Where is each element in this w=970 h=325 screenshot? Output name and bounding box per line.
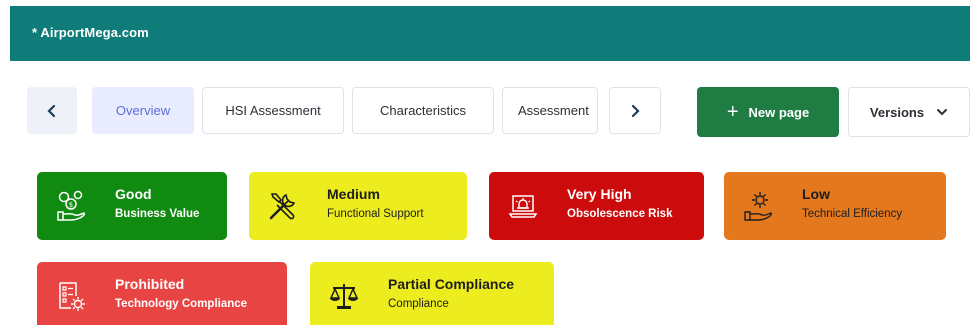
status-card-technical-efficiency: Low Technical Efficiency [724, 172, 946, 240]
card-title: Partial Compliance [388, 276, 515, 292]
tab-characteristics[interactable]: Characteristics [352, 87, 494, 134]
tab-assessment[interactable]: Assessment [502, 87, 598, 134]
card-subtitle: Technology Compliance [115, 298, 248, 310]
status-card-obsolescence-risk: Very High Obsolescence Risk [489, 172, 704, 240]
alert-laptop-icon [508, 195, 538, 218]
card-title: Very High [567, 186, 632, 202]
card-subtitle: Technical Efficiency [802, 208, 903, 220]
status-card-functional-support: Medium Functional Support [249, 172, 467, 240]
new-page-button[interactable]: + New page [697, 87, 839, 137]
card-subtitle: Business Value [115, 208, 200, 220]
tab-overview[interactable]: Overview [92, 87, 194, 134]
brand-title: * AirportMega.com [32, 25, 149, 40]
card-title: Medium [327, 186, 380, 202]
status-card-business-value: $ Good Business Value [37, 172, 227, 240]
top-header: * AirportMega.com [10, 6, 970, 61]
tab-prev-button[interactable] [27, 87, 77, 134]
tab-label: HSI Assessment [225, 103, 321, 118]
tab-label: Overview [115, 103, 171, 118]
tab-label: Characteristics [380, 103, 466, 118]
card-title: Prohibited [115, 276, 185, 292]
tab-label: Assessment [518, 103, 589, 118]
new-page-label: New page [748, 104, 810, 120]
tab-bar: Overview HSI Assessment Characteristics … [0, 80, 970, 140]
chevron-right-icon [631, 104, 640, 117]
tools-icon [269, 193, 296, 220]
document-gear-icon [59, 282, 85, 311]
tab-next-button[interactable] [609, 87, 661, 134]
chevron-left-icon [47, 104, 56, 117]
versions-dropdown[interactable]: Versions [848, 87, 970, 137]
card-subtitle: Compliance [388, 298, 449, 310]
status-card-technology-compliance: Prohibited Technology Compliance [37, 262, 287, 325]
plus-icon: + [726, 101, 739, 123]
gear-hand-icon [744, 192, 773, 221]
card-title: Low [802, 186, 830, 202]
status-card-compliance: Partial Compliance Compliance [310, 262, 554, 325]
scales-icon [329, 284, 359, 309]
card-subtitle: Obsolescence Risk [567, 208, 673, 220]
money-hand-icon: $ [57, 190, 86, 221]
svg-text:$: $ [69, 201, 73, 209]
tab-hsi-assessment[interactable]: HSI Assessment [202, 87, 344, 134]
versions-label: Versions [869, 104, 925, 120]
card-title: Good [115, 186, 152, 202]
card-subtitle: Functional Support [327, 208, 424, 220]
chevron-down-icon [937, 109, 948, 116]
